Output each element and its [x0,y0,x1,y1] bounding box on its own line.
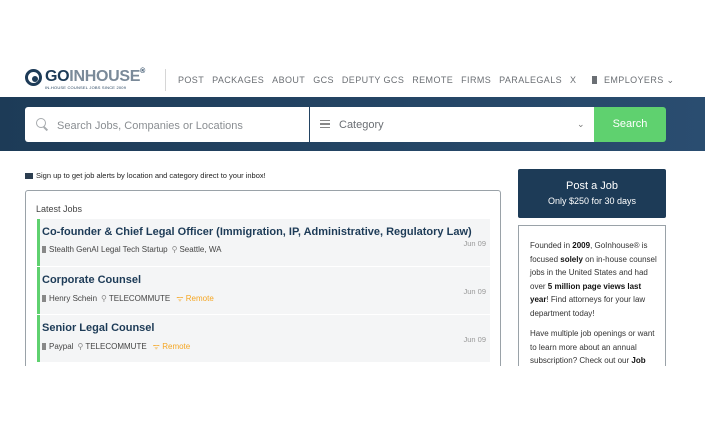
building-icon [42,295,46,302]
list-icon [320,120,330,128]
building-icon [42,343,46,350]
chevron-down-icon: ⌄ [577,119,585,129]
logo-brand: GOINHOUSE® [45,68,145,85]
header-divider [165,69,166,91]
post-job-subtitle: Only $250 for 30 days [547,196,637,206]
search-input[interactable] [55,107,309,144]
job-date: Jun 09 [463,287,486,296]
job-location: TELECOMMUTE [108,294,171,303]
job-meta: Stealth GenAI Legal Tech Startup ⚲ Seattle… [42,245,221,254]
job-date: Jun 09 [463,335,486,344]
search-button[interactable]: Search [594,107,666,142]
job-listing[interactable]: Corporate Counsel Henry Schein ⚲ TELECOMMU… [37,267,490,314]
job-company: Paypal [49,342,74,351]
logo-tagline: IN-HOUSE COUNSEL JOBS SINCE 2009 [45,85,127,90]
nav-paralegals[interactable]: PARALEGALS [499,75,562,85]
job-title[interactable]: Corporate Counsel [42,274,141,286]
latest-jobs-panel: Latest Jobs Co-founder & Chief Legal Off… [25,190,501,390]
search-icon [36,118,46,128]
wifi-icon: ᯤ [176,294,184,303]
main-nav: POST PACKAGES ABOUT GCS DEPUTY GCS REMOTE FIRM… [178,75,584,85]
job-listing[interactable]: Co-founder & Chief Legal Officer (Immigr… [37,219,490,266]
job-meta: Henry Schein ⚲ TELECOMMUTE ᯤ Remote [42,293,214,304]
location-pin-icon: ⚲ [171,245,178,254]
nav-deputy-gcs[interactable]: DEPUTY GCS [342,75,404,85]
location-pin-icon: ⚲ [77,342,84,351]
search-field [25,107,309,144]
nav-about[interactable]: ABOUT [272,75,305,85]
envelope-icon [25,173,33,179]
employers-menu[interactable]: EMPLOYERS ⌄ [592,75,674,86]
nav-post[interactable]: POST [178,75,204,85]
nav-gcs[interactable]: GCS [313,75,334,85]
job-location: Seattle, WA [179,245,222,254]
employers-label: EMPLOYERS [604,75,664,85]
nav-firms[interactable]: FIRMS [461,75,491,85]
page-bottom [0,366,705,427]
job-meta: Paypal ⚲ TELECOMMUTE ᯤ Remote [42,341,190,352]
wifi-icon: ᯤ [152,342,160,351]
about-paragraph-2: Have multiple job openings or want to le… [530,329,655,365]
job-location: TELECOMMUTE [85,342,147,351]
category-label: Category [339,119,384,131]
job-remote-badge: Remote [185,294,214,303]
job-alert-link[interactable]: Sign up to get job alerts by location an… [25,171,266,180]
logo-mark-icon [25,69,42,86]
job-alert-text: Sign up to get job alerts by location an… [36,171,266,180]
location-pin-icon: ⚲ [101,294,107,303]
nav-remote[interactable]: REMOTE [412,75,453,85]
latest-jobs-heading: Latest Jobs [36,204,83,214]
job-packages-link[interactable]: Job [631,356,645,365]
job-remote-badge: Remote [162,342,191,351]
job-listing[interactable]: Senior Legal Counsel Paypal ⚲ TELECOMMUTE ᯤ… [37,315,490,362]
category-select[interactable]: Category ⌄ [310,107,594,142]
job-company: Stealth GenAI Legal Tech Startup [49,245,168,254]
building-icon [592,76,597,84]
building-icon [42,246,46,253]
job-title[interactable]: Co-founder & Chief Legal Officer (Immigr… [42,226,472,238]
chevron-down-icon: ⌄ [666,75,675,85]
top-bar: GOINHOUSE® IN-HOUSE COUNSEL JOBS SINCE 2… [0,0,705,97]
site-logo[interactable]: GOINHOUSE® IN-HOUSE COUNSEL JOBS SINCE 2… [25,67,145,95]
job-date: Jun 09 [463,239,486,248]
about-paragraph-1: Founded in 2009, GoInhouse® is focused s… [530,241,657,318]
nav-x[interactable]: X [570,75,576,85]
job-company: Henry Schein [49,294,98,303]
job-title[interactable]: Senior Legal Counsel [42,322,154,334]
post-job-button[interactable]: Post a Job Only $250 for 30 days [518,169,666,218]
nav-packages[interactable]: PACKAGES [212,75,264,85]
post-job-title: Post a Job [566,180,618,192]
